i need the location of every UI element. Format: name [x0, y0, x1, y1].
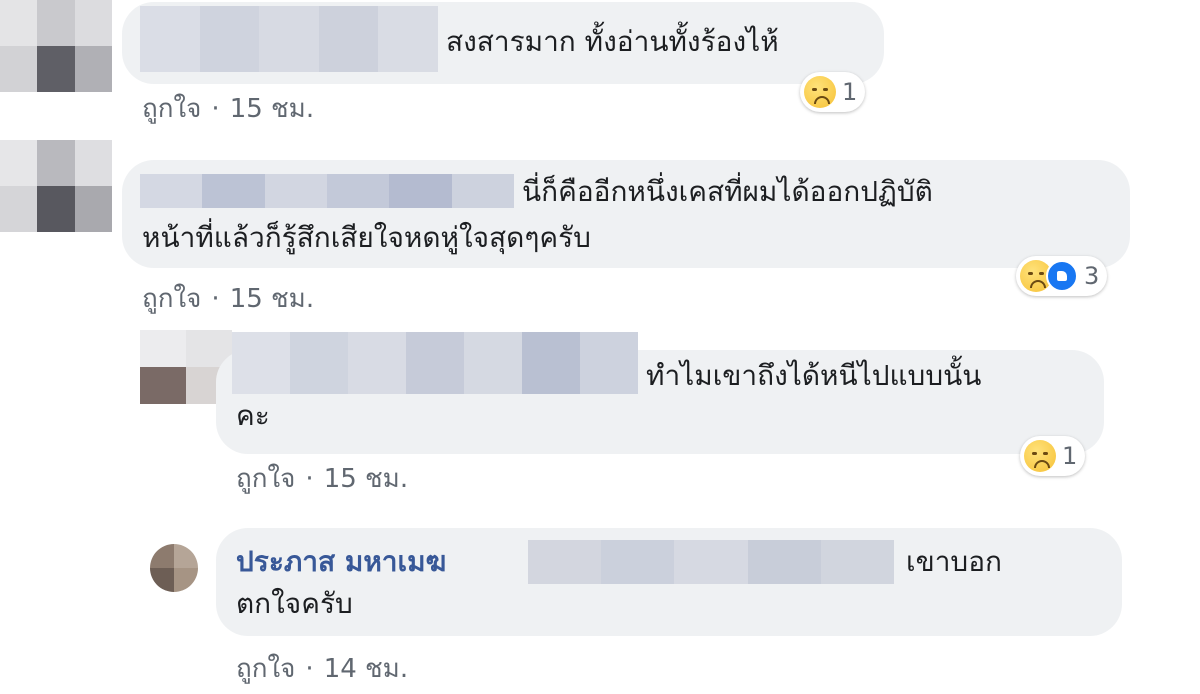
- reaction-count: 1: [1062, 442, 1078, 470]
- avatar[interactable]: [0, 140, 112, 232]
- reaction-summary[interactable]: 3: [1016, 256, 1108, 296]
- timestamp[interactable]: 15 ชม.: [324, 464, 408, 494]
- like-button[interactable]: ถูกใจ: [236, 464, 295, 494]
- blurred-tagged-name[interactable]: [528, 540, 895, 584]
- separator: ·: [211, 94, 220, 124]
- separator: ·: [305, 464, 314, 494]
- comment-text: สงสารมาก ทั้งอ่านทั้งร้องไห้: [446, 25, 779, 58]
- blurred-author-name[interactable]: [140, 6, 438, 72]
- comment-meta: ถูกใจ · 15 ชม.: [142, 278, 314, 319]
- comment-text-line2: ตกใจครับ: [236, 587, 353, 620]
- avatar[interactable]: [150, 544, 198, 592]
- timestamp[interactable]: 15 ชม.: [230, 94, 314, 124]
- reaction-count: 1: [842, 78, 858, 106]
- like-button[interactable]: ถูกใจ: [142, 94, 201, 124]
- reaction-summary[interactable]: 1: [800, 72, 866, 112]
- sad-reaction-icon: [804, 76, 836, 108]
- blurred-author-name[interactable]: [140, 174, 514, 208]
- comment-text-line2: หน้าที่แล้วก็รู้สึกเสียใจหดหู่ใจสุดๆครับ: [142, 221, 591, 254]
- comment-text-line1: นี่ก็คืออีกหนึ่งเคสที่ผมได้ออกปฏิบัติ: [522, 175, 933, 208]
- comment-text-line2: คะ: [236, 399, 270, 432]
- comment-text-line1: เขาบอก: [906, 545, 1002, 578]
- like-button[interactable]: ถูกใจ: [142, 284, 201, 314]
- like-reaction-icon: [1046, 260, 1078, 292]
- timestamp[interactable]: 15 ชม.: [230, 284, 314, 314]
- comment-author-link[interactable]: ประภาส มหาเมฆ: [236, 542, 446, 582]
- timestamp[interactable]: 14 ชม.: [324, 654, 408, 684]
- blurred-author-name[interactable]: [232, 332, 638, 394]
- like-button[interactable]: ถูกใจ: [236, 654, 295, 684]
- sad-reaction-icon: [1024, 440, 1056, 472]
- avatar[interactable]: [0, 0, 112, 92]
- comment-meta: ถูกใจ · 15 ชม.: [142, 88, 314, 129]
- reaction-count: 3: [1084, 262, 1100, 290]
- reaction-summary[interactable]: 1: [1020, 436, 1086, 476]
- separator: ·: [211, 284, 220, 314]
- separator: ·: [305, 654, 314, 684]
- comment-meta: ถูกใจ · 15 ชม.: [236, 458, 408, 499]
- comment-meta: ถูกใจ · 14 ชม.: [236, 648, 408, 689]
- comment-text-line1: ทำไมเขาถึงได้หนีไปแบบนั้น: [646, 359, 982, 392]
